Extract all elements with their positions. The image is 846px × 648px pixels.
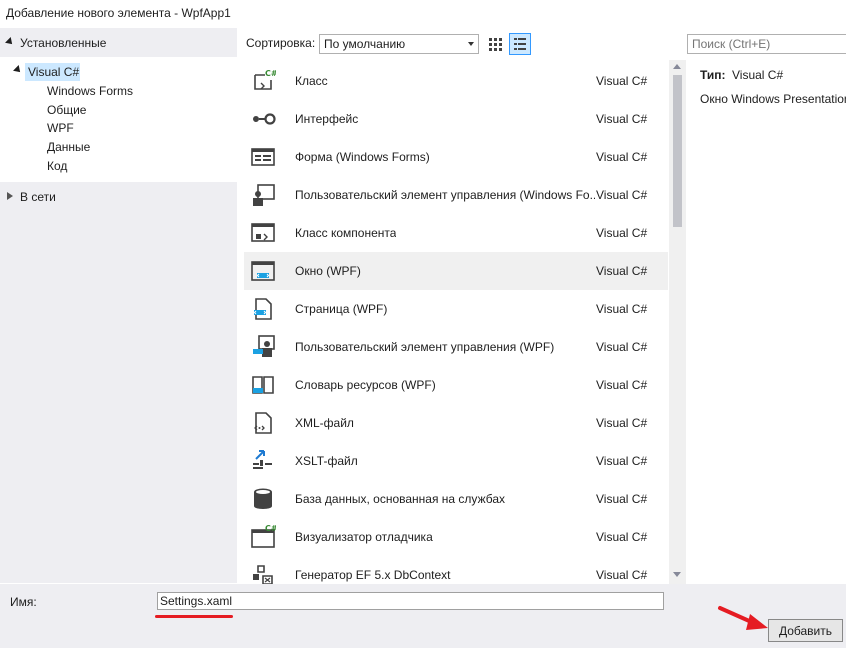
svg-text:C#: C# — [265, 69, 276, 78]
list-item[interactable]: Окно (WPF) Visual C# — [244, 252, 668, 290]
xml-file-icon — [254, 412, 272, 434]
tree-item-wpf[interactable]: WPF — [47, 119, 74, 137]
search-box[interactable] — [687, 34, 846, 54]
tree-item-visual-csharp[interactable]: Visual C# — [25, 63, 80, 81]
list-item[interactable]: XML-файл Visual C# — [244, 404, 668, 442]
list-item[interactable]: XSLT-файл Visual C# — [244, 442, 668, 480]
template-name: Словарь ресурсов (WPF) — [295, 378, 436, 392]
name-input[interactable] — [160, 593, 660, 609]
xslt-file-icon — [253, 450, 272, 469]
window-title: Добавление нового элемента - WpfApp1 — [6, 6, 231, 20]
expand-arrow-icon[interactable] — [13, 65, 23, 75]
user-control-icon — [253, 184, 275, 206]
template-language: Visual C# — [596, 530, 648, 544]
template-name: Страница (WPF) — [295, 302, 388, 316]
tree-item-windows-forms[interactable]: Windows Forms — [47, 82, 133, 100]
template-name: XSLT-файл — [295, 454, 358, 468]
debugger-visualizer-icon: C# — [251, 524, 276, 548]
type-value: Visual C# — [732, 68, 784, 82]
add-button[interactable]: Добавить — [768, 619, 843, 642]
template-language: Visual C# — [596, 568, 648, 582]
grid-icon — [489, 38, 502, 51]
template-language: Visual C# — [596, 416, 648, 430]
list-item[interactable]: Словарь ресурсов (WPF) Visual C# — [244, 366, 668, 404]
interface-icon — [253, 113, 276, 125]
scrollbar-thumb[interactable] — [673, 75, 682, 227]
template-language: Visual C# — [596, 150, 648, 164]
list-item[interactable]: Интерфейс Visual C# — [244, 100, 668, 138]
scroll-up-icon[interactable] — [673, 64, 681, 69]
online-header[interactable]: В сети — [0, 188, 237, 206]
template-language: Visual C# — [596, 378, 648, 392]
search-input[interactable] — [692, 36, 842, 52]
type-label: Тип: — [700, 68, 726, 82]
template-language: Visual C# — [596, 188, 648, 202]
annotation-underline — [155, 615, 233, 618]
ef-generator-icon — [253, 565, 273, 584]
template-name: Пользовательский элемент управления (WPF… — [295, 340, 555, 354]
list-item[interactable]: Форма (Windows Forms) Visual C# — [244, 138, 668, 176]
expand-arrow-icon[interactable] — [5, 37, 15, 47]
template-language: Visual C# — [596, 454, 648, 468]
installed-label: Установленные — [20, 36, 107, 50]
template-name: Класс — [295, 74, 328, 88]
chevron-down-icon — [468, 42, 474, 46]
list-item[interactable]: База данных, основанная на службах Visua… — [244, 480, 668, 518]
svg-text:C#: C# — [265, 524, 276, 533]
scroll-down-icon[interactable] — [673, 572, 681, 577]
list-item[interactable]: Страница (WPF) Visual C# — [244, 290, 668, 328]
category-tree: Visual C# Windows Forms Общие WPF Данные… — [0, 57, 237, 182]
tree-item-code[interactable]: Код — [47, 157, 67, 175]
wpf-page-icon — [253, 298, 272, 320]
online-label: В сети — [20, 190, 56, 204]
sort-dropdown[interactable]: По умолчанию — [319, 34, 479, 54]
sort-value: По умолчанию — [324, 37, 406, 51]
template-name: База данных, основанная на службах — [295, 492, 505, 506]
list-item[interactable]: Пользовательский элемент управления (Win… — [244, 176, 668, 214]
template-language: Visual C# — [596, 492, 648, 506]
template-language: Visual C# — [596, 112, 648, 126]
template-name: Пользовательский элемент управления (Win… — [295, 188, 595, 202]
template-name: Класс компонента — [295, 226, 397, 240]
sort-label: Сортировка: — [246, 36, 316, 50]
list-item[interactable]: Класс компонента Visual C# — [244, 214, 668, 252]
list-item[interactable]: Пользовательский элемент управления (WPF… — [244, 328, 668, 366]
database-icon — [254, 488, 272, 509]
template-name: XML-файл — [295, 416, 354, 430]
template-name: Окно (WPF) — [295, 264, 361, 278]
list-view-button[interactable] — [509, 33, 531, 55]
title-bar: Добавление нового элемента - WpfApp1 — [0, 0, 846, 28]
details-pane — [686, 60, 846, 584]
component-class-icon — [251, 223, 275, 242]
template-language: Visual C# — [596, 74, 648, 88]
template-language: Visual C# — [596, 340, 648, 354]
template-language: Visual C# — [596, 264, 648, 278]
annotation-arrow-icon — [718, 606, 768, 630]
template-description: Окно Windows Presentation Foundation — [700, 92, 846, 106]
template-name: Форма (Windows Forms) — [295, 150, 430, 164]
template-name: Визуализатор отладчика — [295, 530, 433, 544]
installed-header[interactable]: Установленные — [0, 32, 237, 54]
small-icons-view-button[interactable] — [485, 34, 505, 54]
tree-item-data[interactable]: Данные — [47, 138, 90, 156]
collapsed-arrow-icon[interactable] — [7, 192, 13, 200]
template-name: Интерфейс — [295, 112, 359, 126]
list-item[interactable]: Генератор EF 5.x DbContext Visual C# — [244, 556, 668, 584]
list-item[interactable]: C# Визуализатор отладчика Visual C# — [244, 518, 668, 556]
class-icon: C# — [254, 69, 276, 90]
wpf-window-icon — [251, 261, 275, 281]
tree-item-general[interactable]: Общие — [47, 101, 86, 119]
wpf-user-control-icon — [253, 335, 275, 357]
template-language: Visual C# — [596, 302, 648, 316]
list-item[interactable]: C# Класс Visual C# — [244, 62, 668, 100]
template-language: Visual C# — [596, 226, 648, 240]
list-icon — [514, 38, 526, 50]
resource-dictionary-icon — [252, 376, 274, 394]
name-field[interactable] — [157, 592, 664, 610]
form-icon — [251, 148, 275, 166]
template-name: Генератор EF 5.x DbContext — [295, 568, 451, 582]
name-label: Имя: — [10, 595, 37, 609]
